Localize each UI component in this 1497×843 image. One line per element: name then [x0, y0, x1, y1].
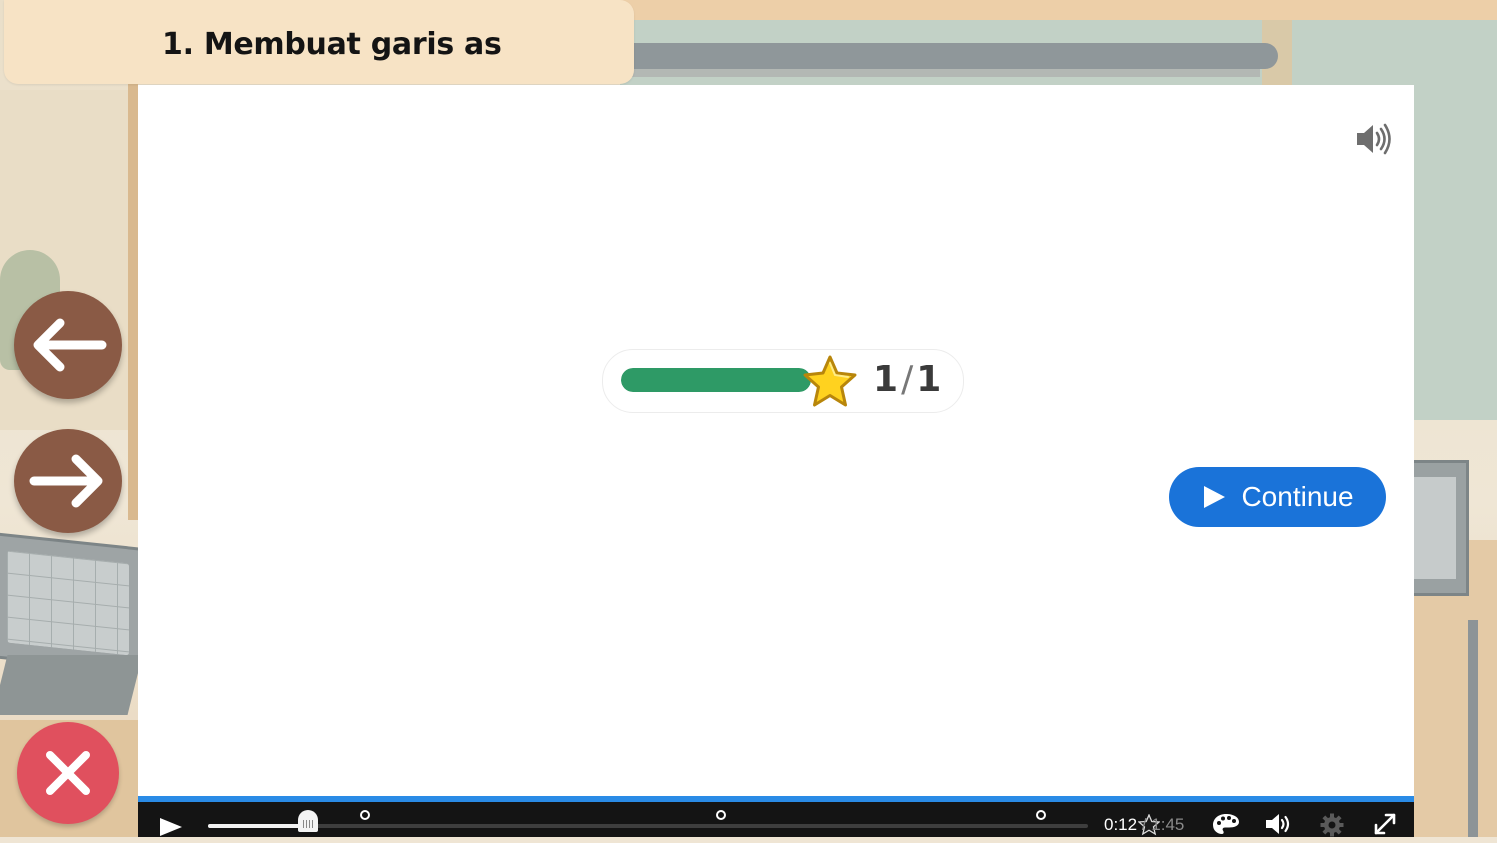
seek-bar[interactable] [208, 810, 1161, 836]
time-display: 0:12 / 1:45 [1104, 815, 1184, 835]
continue-button-label: Continue [1241, 481, 1354, 512]
time-separator: / [1141, 815, 1147, 834]
content-panel: 1/1 Continue 0:12 / 1:45 [138, 85, 1414, 837]
close-button[interactable] [17, 722, 119, 824]
laptop-left [0, 531, 146, 675]
fullscreen-icon[interactable] [1370, 811, 1400, 837]
volume-icon[interactable] [1264, 811, 1294, 837]
chalkboard-rail-shadow [620, 69, 1260, 77]
chalkboard-rail [620, 43, 1278, 69]
ceiling-strip [620, 0, 1497, 22]
arrow-right-icon [29, 454, 103, 508]
progress-bar-fill [621, 368, 811, 392]
seek-bar-played [208, 824, 309, 828]
title-tab: 1. Membuat garis as [4, 0, 634, 84]
progress-completed: 1 [873, 359, 899, 400]
play-icon[interactable] [158, 816, 184, 838]
laptop-right [1414, 460, 1469, 596]
previous-button[interactable] [14, 291, 122, 399]
desk-leg-right [1468, 620, 1478, 837]
progress-total: 1 [916, 359, 942, 400]
duration: 1:45 [1151, 815, 1185, 834]
progress-separator: / [901, 359, 914, 400]
chapter-marker[interactable] [716, 810, 726, 820]
close-icon [46, 751, 90, 795]
current-time: 0:12 [1104, 815, 1138, 834]
next-button[interactable] [14, 429, 122, 533]
laptop-keyboard-left [0, 655, 143, 715]
chapter-marker[interactable] [360, 810, 370, 820]
gear-icon[interactable] [1317, 811, 1347, 837]
speaker-icon[interactable] [1354, 121, 1392, 157]
chapter-marker[interactable] [1036, 810, 1046, 820]
progress-indicator: 1/1 [602, 349, 964, 413]
progress-bar [621, 368, 811, 392]
palette-icon[interactable] [1211, 811, 1241, 837]
progress-count: 1/1 [873, 359, 941, 400]
video-controls: 0:12 / 1:45 [138, 802, 1414, 837]
play-triangle-icon [1204, 486, 1226, 508]
continue-button[interactable]: Continue [1169, 467, 1386, 527]
arrow-left-icon [33, 318, 107, 372]
seek-handle[interactable] [298, 810, 319, 832]
lesson-title: 1. Membuat garis as [162, 27, 502, 62]
window-post [128, 80, 138, 520]
star-icon [801, 354, 859, 410]
